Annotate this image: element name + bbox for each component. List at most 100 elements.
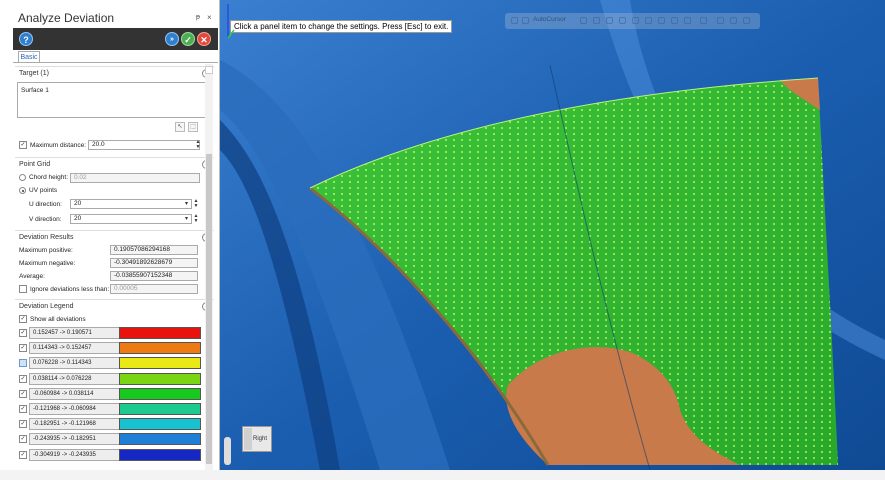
- uv-points-radio[interactable]: [19, 187, 26, 194]
- tool-icon[interactable]: [684, 17, 691, 24]
- legend-color-swatch[interactable]: [119, 403, 201, 415]
- v-direction-stepper[interactable]: ▲ ▼: [193, 214, 199, 224]
- max-positive-value: 0.19057086294168: [110, 245, 198, 255]
- tool-icon[interactable]: [645, 17, 652, 24]
- max-distance-checkbox[interactable]: ✓: [19, 141, 27, 149]
- legend-row-checkbox[interactable]: ✓: [19, 329, 27, 337]
- panel-title: Analyze Deviation: [18, 11, 115, 25]
- tool-icon[interactable]: [619, 17, 626, 24]
- chord-height-radio[interactable]: [19, 174, 26, 181]
- help-button[interactable]: ?: [19, 32, 33, 46]
- tab-divider: [13, 62, 218, 63]
- legend-color-swatch[interactable]: [119, 418, 201, 431]
- legend-color-swatch[interactable]: [119, 433, 201, 446]
- apply-next-button[interactable]: »: [165, 32, 179, 46]
- legend-color-swatch[interactable]: [119, 357, 201, 370]
- pin-icon[interactable]: ᵽ: [196, 14, 200, 21]
- show-all-checkbox[interactable]: ✓: [19, 315, 27, 323]
- legend-range-label: -0.243935 -> -0.182951: [29, 433, 121, 446]
- u-direction-stepper[interactable]: ▲ ▼: [193, 199, 199, 209]
- select-icon[interactable]: [717, 17, 724, 24]
- legend-row: ✓ 0.152457 -> 0.190571: [17, 326, 212, 340]
- rotate-icon[interactable]: [730, 17, 737, 24]
- side-toggle[interactable]: [205, 66, 213, 74]
- deviation-legend-section-header[interactable]: Deviation Legend ^: [15, 299, 214, 311]
- uv-points-label: UV points: [29, 187, 58, 194]
- chevron-down-icon[interactable]: ▾: [185, 200, 188, 207]
- app-root: Analyze Deviation ᵽ × ? » ✓ ✕ Basic Targ…: [0, 0, 885, 480]
- legend-row: ✓ -0.243935 -> -0.182951: [17, 432, 212, 446]
- view-cube-face-label[interactable]: Right: [253, 436, 267, 442]
- autocursor-label[interactable]: AutoCursor: [533, 16, 566, 23]
- cancel-button[interactable]: ✕: [197, 32, 211, 46]
- legend-row: ✓ -0.304919 -> -0.243935: [17, 448, 212, 462]
- legend-row-checkbox[interactable]: ✓: [19, 374, 27, 383]
- 3d-viewport[interactable]: Click a panel item to change the setting…: [220, 0, 885, 470]
- legend-row-checkbox[interactable]: ✓: [19, 420, 27, 429]
- legend-color-swatch[interactable]: [119, 387, 201, 400]
- point-grid-section-title: Point Grid: [19, 161, 51, 168]
- legend-row-checkbox[interactable]: ✓: [19, 344, 27, 353]
- tool-icon[interactable]: [671, 17, 678, 24]
- legend-color-swatch[interactable]: [119, 372, 201, 385]
- legend-row: ✓ 0.114343 -> 0.152457: [17, 341, 212, 355]
- panel-scrollbar[interactable]: [205, 64, 213, 470]
- tool-icon[interactable]: [658, 17, 665, 24]
- chord-height-field[interactable]: 0.02: [70, 173, 200, 183]
- tool-icon[interactable]: [593, 17, 600, 24]
- view-cube[interactable]: Right: [242, 426, 272, 452]
- max-distance-field[interactable]: 20.0: [88, 140, 200, 150]
- legend-color-swatch[interactable]: [119, 327, 201, 339]
- v-direction-label: V direction:: [29, 216, 62, 223]
- ignore-deviations-checkbox[interactable]: [19, 285, 27, 293]
- tool-icon[interactable]: [606, 17, 613, 24]
- legend-row-checkbox[interactable]: ✓: [19, 405, 27, 413]
- legend-color-swatch[interactable]: [119, 448, 201, 461]
- max-negative-value: -0.30491892628679: [110, 258, 198, 268]
- max-distance-stepper[interactable]: ▲ ▼: [195, 140, 201, 150]
- u-direction-select[interactable]: 20: [70, 199, 192, 209]
- analyze-deviation-panel: Analyze Deviation ᵽ × ? » ✓ ✕ Basic Targ…: [0, 0, 220, 470]
- legend-range-label: -0.182951 -> -0.121968: [29, 418, 121, 431]
- bottom-strip: [0, 470, 885, 480]
- close-icon[interactable]: ×: [207, 13, 212, 22]
- point-grid-section-header[interactable]: Point Grid ^: [15, 157, 214, 169]
- v-direction-select[interactable]: 20: [70, 214, 192, 224]
- legend-color-swatch[interactable]: [119, 342, 201, 355]
- scrollbar-thumb[interactable]: [206, 154, 212, 464]
- ok-button[interactable]: ✓: [181, 32, 195, 46]
- select-filter-icon[interactable]: ⬚: [188, 122, 198, 132]
- grid-icon[interactable]: [700, 17, 707, 24]
- select-cursor-icon[interactable]: ↖: [175, 122, 185, 132]
- model-render: [220, 0, 885, 470]
- quick-access-toolbar[interactable]: AutoCursor: [505, 13, 760, 29]
- cursor-icon[interactable]: [522, 17, 529, 24]
- legend-range-label: 0.076228 -> 0.114343: [29, 357, 121, 370]
- chord-height-label: Chord height:: [29, 174, 69, 181]
- list-item[interactable]: Surface 1: [21, 87, 49, 94]
- navigation-bar[interactable]: [224, 437, 231, 465]
- legend-row: 0.076228 -> 0.114343: [17, 356, 212, 370]
- legend-row-checkbox[interactable]: ✓: [19, 435, 27, 444]
- view-cube-side[interactable]: [244, 428, 252, 450]
- legend-row: ✓ -0.060984 -> 0.038114: [17, 387, 212, 401]
- max-distance-label: Maximum distance:: [30, 142, 86, 149]
- legend-row: ✓ 0.038114 -> 0.076228: [17, 372, 212, 386]
- target-list[interactable]: Surface 1: [17, 82, 212, 118]
- tool-icon[interactable]: [580, 17, 587, 24]
- legend-row-checkbox[interactable]: [19, 359, 27, 368]
- panel-scroll-area: Target (1) ^ Surface 1 ↖ ⬚ ✓ Maximum dis…: [13, 64, 214, 470]
- legend-range-label: -0.304919 -> -0.243935: [29, 448, 121, 461]
- zoom-icon[interactable]: [743, 17, 750, 24]
- target-section-header[interactable]: Target (1) ^: [15, 66, 214, 78]
- show-all-label: Show all deviations: [30, 316, 86, 323]
- legend-row-checkbox[interactable]: ✓: [19, 389, 27, 398]
- legend-row-checkbox[interactable]: ✓: [19, 450, 27, 459]
- deviation-results-section-header[interactable]: Deviation Results ^: [15, 230, 214, 242]
- tool-icon[interactable]: [632, 17, 639, 24]
- ignore-deviations-field[interactable]: 0.00005: [110, 284, 198, 294]
- chevron-down-icon[interactable]: ▾: [185, 215, 188, 222]
- panel-toolbar: ? » ✓ ✕: [13, 28, 218, 50]
- max-negative-label: Maximum negative:: [19, 260, 76, 267]
- undo-icon[interactable]: [511, 17, 518, 24]
